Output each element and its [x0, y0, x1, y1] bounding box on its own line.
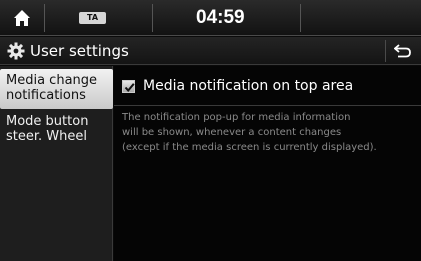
home-icon [14, 10, 30, 26]
clock: 04:59 [196, 7, 245, 28]
option-description: The notification pop-up for media inform… [122, 110, 421, 155]
back-button[interactable] [385, 40, 418, 62]
description-line: The notification pop-up for media inform… [122, 112, 351, 123]
head-unit-screen: TA 04:59 User settings Media change noti… [0, 0, 421, 261]
settings-menu: Media change notifications Mode button s… [0, 66, 113, 261]
checkmark-icon [124, 83, 135, 93]
menu-item-label: Mode button [6, 114, 89, 129]
menu-item-label: notifications [6, 88, 86, 103]
back-arrow-icon [394, 44, 411, 58]
media-notification-checkbox[interactable] [122, 80, 135, 93]
menu-item-media-change-notifications[interactable]: Media change notifications [0, 69, 113, 109]
menu-item-mode-button-steer-wheel[interactable]: Mode button steer. Wheel [0, 110, 113, 150]
menu-item-label: steer. Wheel [6, 129, 87, 144]
home-button[interactable] [0, 0, 44, 36]
status-divider [300, 4, 301, 32]
page-title: User settings [30, 42, 129, 60]
status-divider [44, 4, 45, 32]
gear-icon [7, 42, 25, 60]
settings-content: Media notification on top area The notif… [114, 66, 421, 261]
description-line: (except if the media screen is currently… [122, 142, 377, 153]
menu-item-label: Media change [6, 73, 98, 88]
title-bar: User settings [0, 37, 421, 65]
option-label: Media notification on top area [143, 78, 354, 94]
description-line: will be shown, whenever a content change… [122, 127, 342, 138]
status-bar: TA 04:59 [0, 0, 421, 36]
media-notification-option[interactable]: Media notification on top area [114, 66, 421, 106]
status-divider [152, 4, 153, 32]
ta-indicator: TA [79, 12, 106, 24]
